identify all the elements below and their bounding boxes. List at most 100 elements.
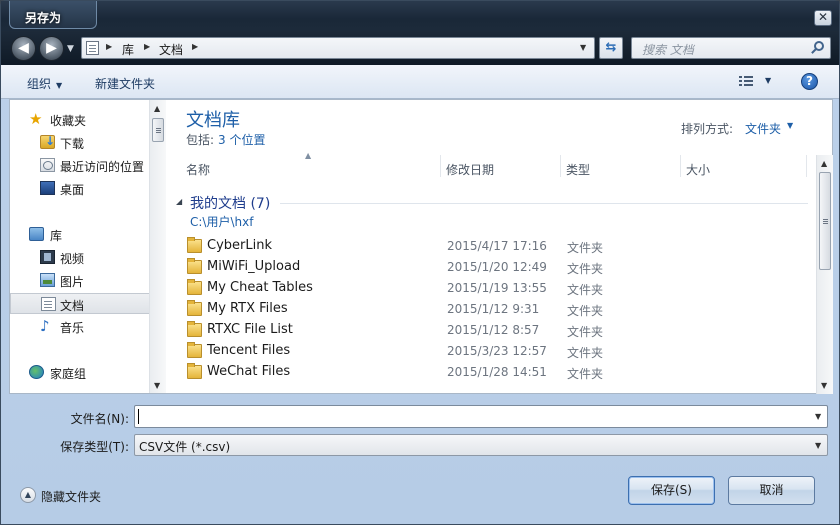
column-header-type[interactable]: 类型 xyxy=(566,161,590,183)
homegroup-icon xyxy=(29,365,44,379)
file-date: 2015/3/23 12:57 xyxy=(447,344,547,358)
hide-folders-icon[interactable]: ▲ xyxy=(20,487,36,503)
breadcrumb-chevron-icon[interactable]: ▶ xyxy=(106,42,112,51)
filetype-select[interactable]: CSV文件 (*.csv) ▼ xyxy=(134,434,828,456)
filename-field[interactable] xyxy=(134,405,828,428)
list-item[interactable]: Tencent Files 2015/3/23 12:57 文件夹 xyxy=(184,341,804,361)
sidebar-item-homegroup[interactable]: 家庭组 xyxy=(10,362,150,383)
sidebar-item-documents[interactable]: 文档 xyxy=(10,293,150,314)
scroll-up-icon[interactable]: ▲ xyxy=(154,104,160,113)
filename-label: 文件名(N): xyxy=(70,412,129,426)
file-type: 文件夹 xyxy=(567,241,604,255)
pictures-icon xyxy=(40,273,55,287)
column-header-name[interactable]: 名称 xyxy=(186,161,210,183)
sidebar-item-pictures[interactable]: 图片 xyxy=(10,270,150,291)
group-divider xyxy=(280,203,808,204)
save-as-dialog: 另存为 ✕ ◀ ▶ ▼ ▶ 库 ▶ 文档 ▶ ▼ ⇆ 搜索 文档 组织 ▼ 新建文… xyxy=(0,0,840,525)
group-header[interactable]: 我的文档 (7) xyxy=(190,193,270,213)
window-title: 另存为 xyxy=(25,11,62,25)
column-divider[interactable] xyxy=(806,155,807,177)
breadcrumb-chevron-icon[interactable]: ▶ xyxy=(144,42,150,51)
organize-label: 组织 xyxy=(27,77,52,91)
breadcrumb-libraries[interactable]: 库 xyxy=(122,41,134,58)
file-list-scrollbar[interactable]: ▲ ▼ xyxy=(816,155,833,394)
group-path-link[interactable]: C:\用户\hxf xyxy=(190,213,253,230)
organize-button[interactable]: 组织 ▼ xyxy=(27,75,62,92)
sidebar-item-videos[interactable]: 视频 xyxy=(10,247,150,268)
arrange-by-dropdown[interactable]: 文件夹 xyxy=(745,120,781,137)
scrollbar-thumb[interactable] xyxy=(152,118,164,142)
file-type: 文件夹 xyxy=(567,304,604,318)
file-date: 2015/1/12 8:57 xyxy=(447,323,540,337)
library-title: 文档库 xyxy=(186,110,240,131)
libraries-icon xyxy=(29,227,44,241)
chevron-down-icon[interactable]: ▼ xyxy=(787,121,793,130)
folder-icon xyxy=(187,342,202,358)
chevron-down-icon[interactable]: ▼ xyxy=(815,441,821,450)
refresh-button[interactable]: ⇆ xyxy=(599,37,623,59)
cancel-button[interactable]: 取消 xyxy=(728,476,815,505)
collapse-group-icon[interactable]: ◢ xyxy=(176,197,182,206)
forward-button[interactable]: ▶ xyxy=(39,36,64,61)
column-divider[interactable] xyxy=(560,155,561,177)
sidebar-item-libraries[interactable]: 库 xyxy=(10,224,150,245)
hide-folders-button[interactable]: 隐藏文件夹 xyxy=(41,488,101,505)
navigation-pane: ★ 收藏夹 下载 最近访问的位置 桌面 库 视频 图片 文档 xyxy=(9,99,166,394)
help-icon[interactable]: ? xyxy=(801,73,818,90)
folder-icon xyxy=(187,237,202,253)
list-item[interactable]: WeChat Files 2015/1/28 14:51 文件夹 xyxy=(184,362,804,382)
close-button[interactable]: ✕ xyxy=(814,10,832,26)
list-item[interactable]: CyberLink 2015/4/17 17:16 文件夹 xyxy=(184,236,804,256)
file-date: 2015/1/20 12:49 xyxy=(447,260,547,274)
navigation-bar: ◀ ▶ ▼ ▶ 库 ▶ 文档 ▶ ▼ ⇆ 搜索 文档 xyxy=(1,31,839,65)
folder-icon xyxy=(187,300,202,316)
column-header-size[interactable]: 大小 xyxy=(686,161,710,183)
filename-history-dropdown-icon[interactable]: ▼ xyxy=(815,412,821,421)
list-item[interactable]: My Cheat Tables 2015/1/19 13:55 文件夹 xyxy=(184,278,804,298)
file-list-pane: 文档库 包括: 3 个位置 排列方式: 文件夹 ▼ ▲ 名称 修改日期 类型 大小… xyxy=(166,99,833,394)
new-folder-button[interactable]: 新建文件夹 xyxy=(95,75,155,92)
breadcrumb-documents[interactable]: 文档 xyxy=(159,41,183,58)
back-button[interactable]: ◀ xyxy=(11,36,36,61)
videos-icon xyxy=(40,250,55,264)
sidebar-item-label: 最近访问的位置 xyxy=(60,160,145,174)
search-icon[interactable] xyxy=(814,41,824,51)
save-button[interactable]: 保存(S) xyxy=(628,476,715,505)
documents-icon xyxy=(41,297,56,311)
sidebar-item-desktop[interactable]: 桌面 xyxy=(10,178,150,199)
change-view-icon[interactable] xyxy=(739,76,753,87)
includes-locations-link[interactable]: 3 个位置 xyxy=(218,133,265,147)
address-dropdown-icon[interactable]: ▼ xyxy=(580,43,586,52)
sidebar-item-favorites[interactable]: ★ 收藏夹 xyxy=(10,109,150,130)
search-input[interactable]: 搜索 文档 xyxy=(631,37,831,59)
sidebar-item-downloads[interactable]: 下载 xyxy=(10,132,150,153)
file-type: 文件夹 xyxy=(567,325,604,339)
column-divider[interactable] xyxy=(440,155,441,177)
column-header-date-modified[interactable]: 修改日期 xyxy=(446,161,494,183)
favorites-star-icon: ★ xyxy=(29,110,43,128)
filetype-value: CSV文件 (*.csv) xyxy=(139,440,231,454)
file-date: 2015/1/12 9:31 xyxy=(447,302,540,316)
list-item[interactable]: MiWiFi_Upload 2015/1/20 12:49 文件夹 xyxy=(184,257,804,277)
breadcrumb-chevron-icon[interactable]: ▶ xyxy=(192,42,198,51)
library-document-icon xyxy=(86,41,99,55)
scroll-up-icon[interactable]: ▲ xyxy=(821,159,827,168)
navigation-scrollbar[interactable]: ▲ ▼ xyxy=(149,100,166,393)
address-bar[interactable]: ▶ 库 ▶ 文档 ▶ ▼ xyxy=(81,37,595,59)
arrange-by-label: 排列方式: xyxy=(681,122,734,136)
column-divider[interactable] xyxy=(680,155,681,177)
scrollbar-thumb[interactable] xyxy=(819,172,831,270)
view-options-dropdown-icon[interactable]: ▼ xyxy=(765,76,771,85)
sidebar-item-recent-places[interactable]: 最近访问的位置 xyxy=(10,155,150,176)
file-name: RTXC File List xyxy=(207,322,293,337)
scroll-down-icon[interactable]: ▼ xyxy=(821,381,827,390)
desktop-icon xyxy=(40,181,55,195)
list-item[interactable]: RTXC File List 2015/1/12 8:57 文件夹 xyxy=(184,320,804,340)
sidebar-item-music[interactable]: ♪ 音乐 xyxy=(10,316,150,337)
recent-pages-dropdown-icon[interactable]: ▼ xyxy=(67,44,74,54)
file-name: CyberLink xyxy=(207,238,272,253)
file-date: 2015/1/19 13:55 xyxy=(447,281,547,295)
list-item[interactable]: My RTX Files 2015/1/12 9:31 文件夹 xyxy=(184,299,804,319)
scroll-down-icon[interactable]: ▼ xyxy=(154,381,160,390)
file-type: 文件夹 xyxy=(567,367,604,381)
